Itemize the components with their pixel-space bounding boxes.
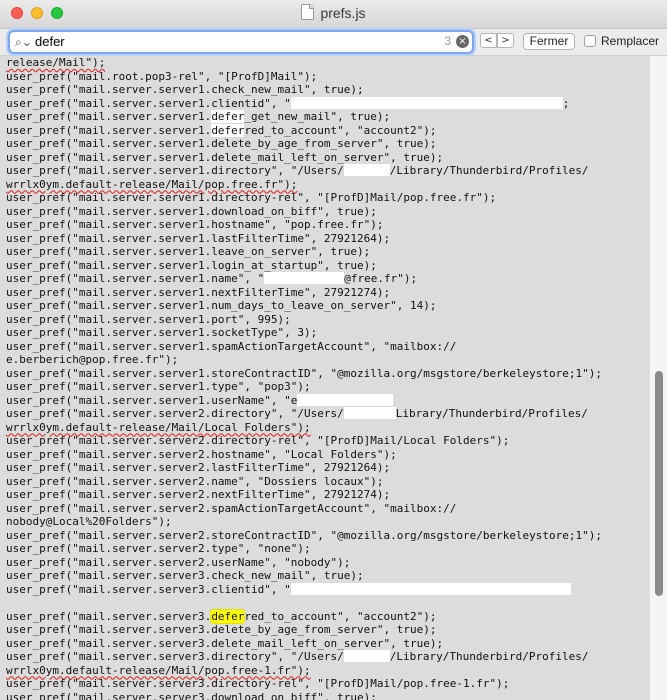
code-line: user_pref("mail.server.server2.directory… <box>6 407 588 420</box>
match-count: 3 <box>444 34 451 48</box>
code-line: user_pref("mail.server.server1.storeCont… <box>6 366 603 380</box>
code-line: release/Mail"); <box>6 56 106 69</box>
redacted-block <box>290 96 563 109</box>
search-match: defer <box>211 123 245 137</box>
code-line: user_pref("mail.server.server1.defer_get… <box>6 110 391 123</box>
code-line: user_pref("mail.server.server2.type", "n… <box>6 542 311 555</box>
code-line: user_pref("mail.server.server3.delete_by… <box>6 623 437 636</box>
code-line: user_pref("mail.server.server1.type", "p… <box>6 380 311 393</box>
redacted-block <box>290 582 571 595</box>
code-line: user_pref("mail.server.server3.deferred_… <box>6 608 437 624</box>
code-line: user_pref("mail.server.server1.port", 99… <box>6 312 291 326</box>
search-options-icon[interactable]: ⌕⌄ <box>15 35 32 50</box>
clear-search-icon[interactable]: × <box>456 35 469 48</box>
code-line: user_pref("mail.server.server2.hostname"… <box>6 447 397 461</box>
code-line: user_pref("mail.server.server1.directory… <box>6 191 497 204</box>
code-line: user_pref("mail.server.server2.spamActio… <box>6 501 457 515</box>
search-box[interactable]: ⌕⌄ 3 × <box>8 30 474 54</box>
vertical-scrollbar[interactable] <box>649 56 667 700</box>
code-line: user_pref("mail.server.server3.clientid"… <box>6 582 602 597</box>
code-line: user_pref("mail.server.server1.delete_ma… <box>6 150 444 164</box>
code-line: user_pref("mail.server.server3.delete_ma… <box>6 636 444 650</box>
code-line: user_pref("mail.server.server1.nextFilte… <box>6 285 391 299</box>
editor-window: prefs.js ⌕⌄ 3 × < > Fermer Remplacer rel… <box>0 0 667 700</box>
code-line: user_pref("mail.server.server1.lastFilte… <box>6 231 391 245</box>
code-line: user_pref("mail.server.server1.socketTyp… <box>6 326 318 339</box>
code-line: user_pref("mail.server.server1.spamActio… <box>6 339 457 353</box>
code-content: release/Mail"); user_pref("mail.root.pop3… <box>6 56 602 700</box>
text-editor[interactable]: release/Mail"); user_pref("mail.root.pop3… <box>0 56 649 700</box>
code-line: user_pref("mail.server.server1.delete_by… <box>6 137 437 150</box>
code-line: user_pref("mail.server.server2.nextFilte… <box>6 488 391 501</box>
title-bar: prefs.js <box>0 0 667 29</box>
close-find-button[interactable]: Fermer <box>523 33 575 50</box>
document-icon <box>301 4 315 20</box>
code-line: user_pref("mail.server.server1.leave_on_… <box>6 245 371 258</box>
code-line: wrrlx0ym.default-release/Mail/Local Fold… <box>6 420 311 434</box>
code-line: user_pref("mail.server.server1.num_days_… <box>6 299 437 312</box>
next-match-button[interactable]: > <box>497 33 514 48</box>
code-line: user_pref("mail.server.server2.lastFilte… <box>6 461 391 474</box>
previous-match-button[interactable]: < <box>480 33 497 48</box>
replace-label: Remplacer <box>601 34 660 48</box>
code-line: e.berberich@pop.free.fr"); <box>6 353 179 366</box>
current-search-match: defer <box>210 608 246 624</box>
code-line: user_pref("mail.server.server3.directory… <box>6 677 510 690</box>
code-line: user_pref("mail.server.server1.directory… <box>6 164 589 177</box>
code-line: user_pref("mail.server.server2.storeCont… <box>6 528 603 542</box>
search-match: defer <box>211 110 245 123</box>
code-line: wrrlx0ym.default-release/Mail/pop.free.f… <box>6 177 298 191</box>
code-line: user_pref("mail.server.server1.download_… <box>6 204 377 218</box>
code-line: nobody@Local%20Folders"); <box>6 515 172 528</box>
redacted-block <box>343 407 396 419</box>
code-line: user_pref("mail.server.server1.deferred_… <box>6 123 437 137</box>
window-title-group: prefs.js <box>0 4 667 21</box>
redacted-block <box>264 272 345 284</box>
replace-checkbox[interactable] <box>584 35 596 47</box>
code-line: user_pref("mail.server.server1.hostname"… <box>6 218 384 231</box>
scrollbar-thumb[interactable] <box>655 371 663 596</box>
code-line: user_pref("mail.server.server2.userName"… <box>6 555 351 569</box>
code-line: user_pref("mail.server.server1.login_at_… <box>6 258 377 272</box>
code-line: user_pref("mail.server.server1.check_new… <box>6 83 364 96</box>
code-line: user_pref("mail.server.server3.directory… <box>6 650 589 663</box>
search-input[interactable] <box>35 32 415 52</box>
redacted-block <box>343 164 390 176</box>
code-line: user_pref("mail.server.server1.name", " @… <box>6 272 418 285</box>
code-line: user_pref("mail.server.server2.directory… <box>6 434 510 447</box>
code-line: user_pref("mail.server.server1.clientid"… <box>6 96 570 110</box>
redacted-block <box>343 650 390 662</box>
code-line: user_pref("mail.server.server3.check_new… <box>6 569 364 582</box>
redacted-block <box>297 393 394 406</box>
code-line: user_pref("mail.server.server3.download_… <box>6 690 377 700</box>
code-line: wrrlx0ym.default-release/Mail/pop.free-1… <box>6 663 311 677</box>
find-bar: ⌕⌄ 3 × < > Fermer Remplacer <box>0 29 667 56</box>
code-line: user_pref("mail.server.server1.userName"… <box>6 393 602 408</box>
window-title: prefs.js <box>320 5 366 21</box>
code-line: user_pref("mail.server.server2.name", "D… <box>6 474 384 488</box>
code-line: user_pref("mail.root.pop3-rel", "[ProfD]… <box>6 69 318 83</box>
